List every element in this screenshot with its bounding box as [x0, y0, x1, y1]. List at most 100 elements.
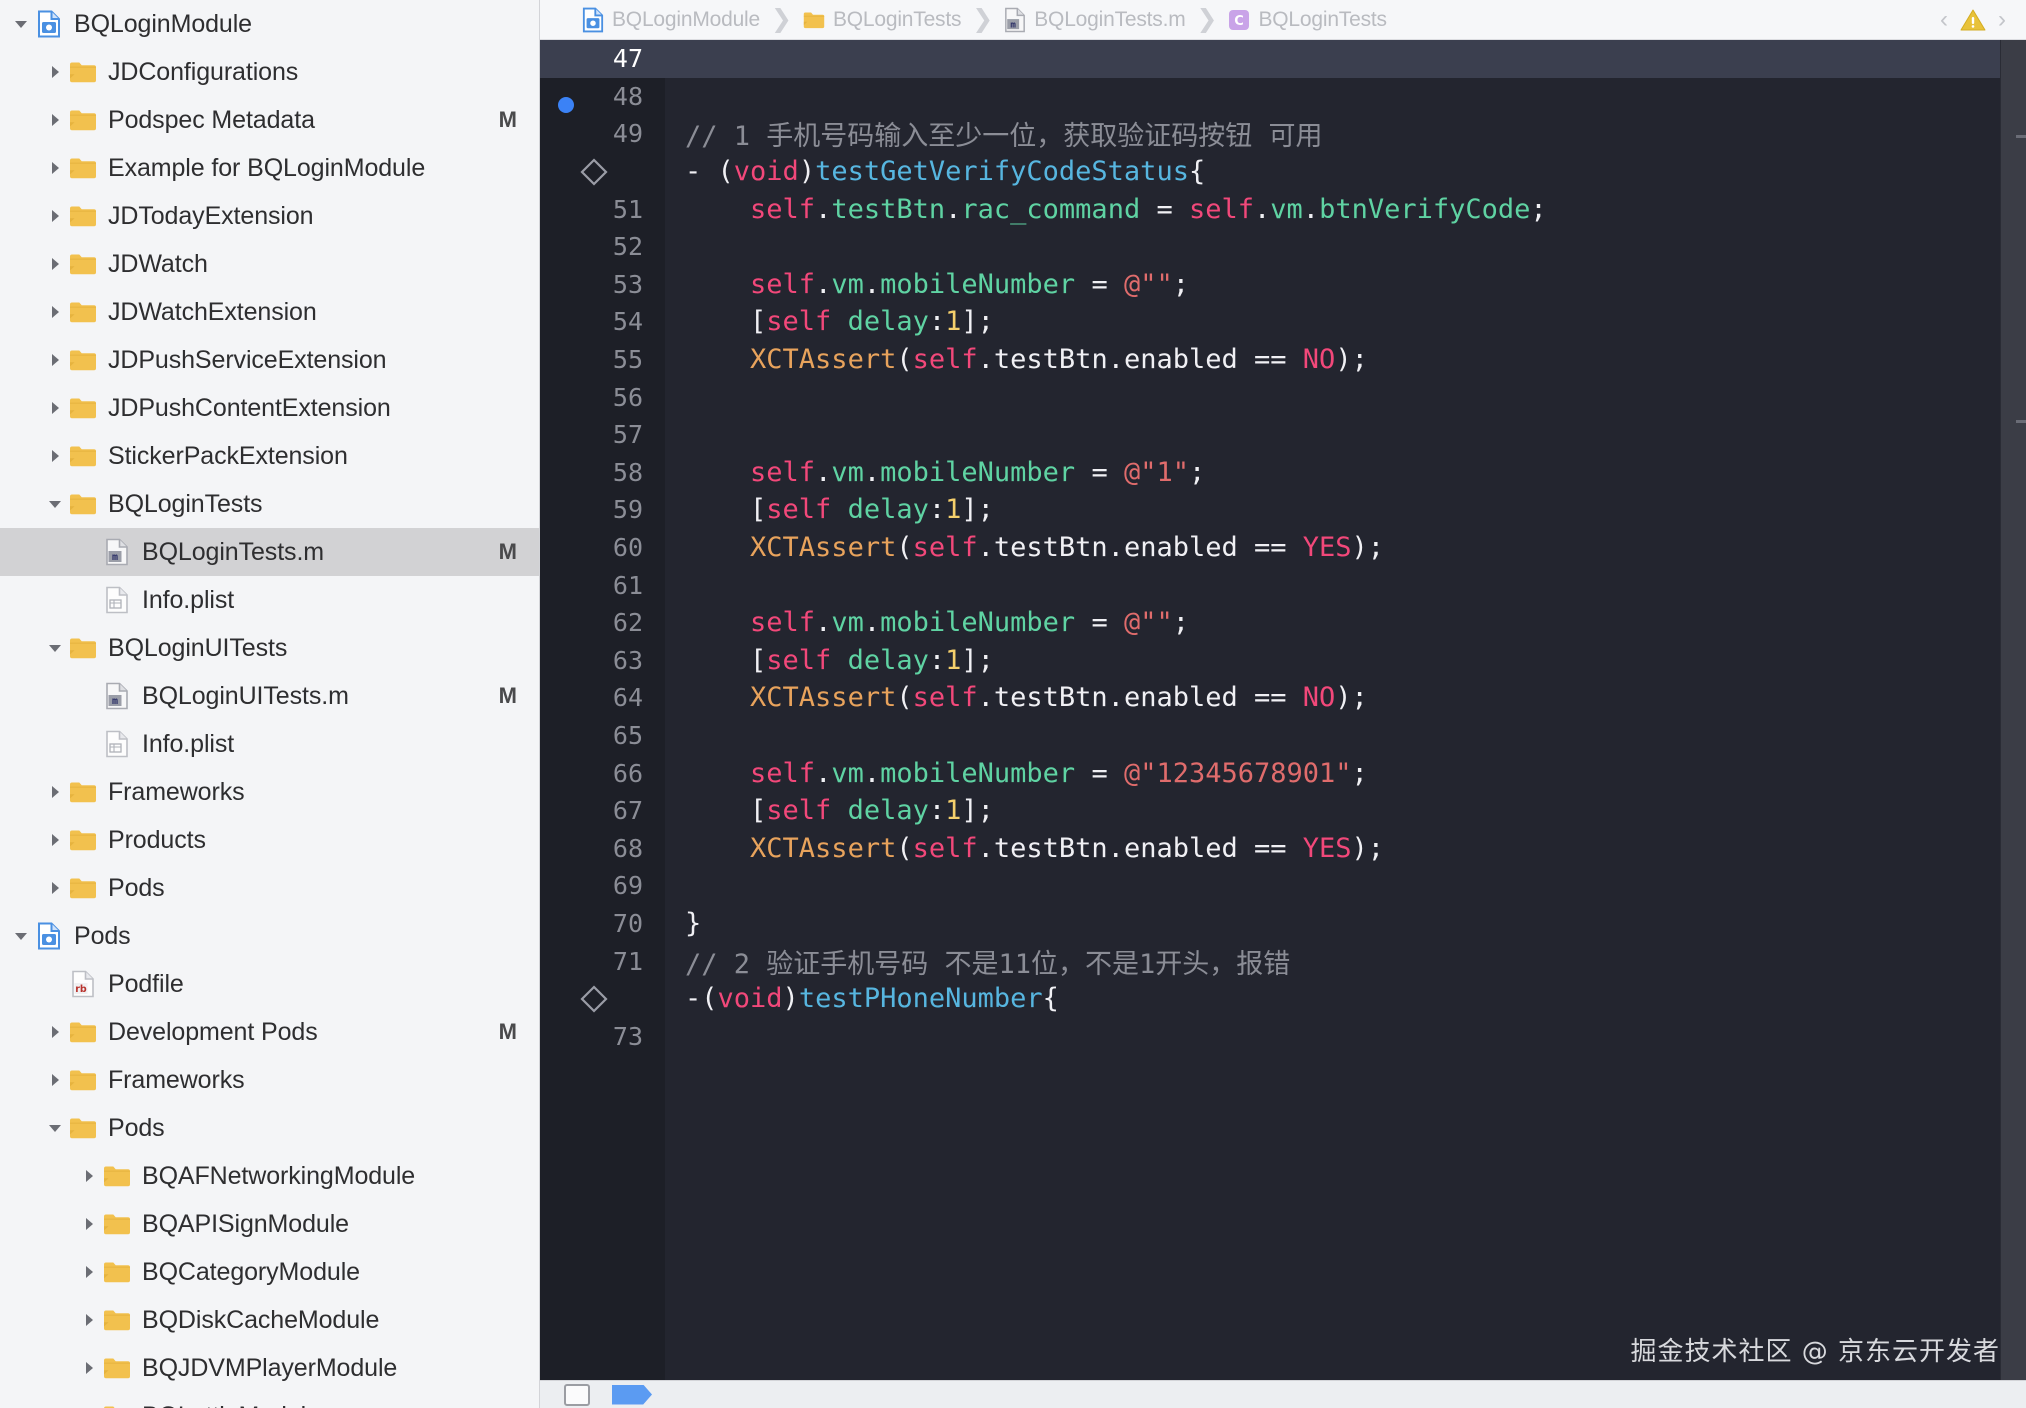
chevron-right-icon[interactable]: [42, 1056, 68, 1104]
chevron-right-icon[interactable]: [76, 1296, 102, 1344]
project-navigator[interactable]: BQLoginModule JDConfigurations Podspec Met…: [0, 0, 540, 1408]
sidebar-item-bqdiskcachemodule[interactable]: BQDiskCacheModule: [0, 1296, 539, 1344]
sidebar-item-products[interactable]: Products: [0, 816, 539, 864]
breadcrumb-nav-controls[interactable]: ‹ ›: [1940, 7, 2012, 32]
code-line[interactable]: 68 XCTAssert(self.testBtn.enabled == YES…: [540, 829, 2026, 867]
sidebar-item-bqcategorymodule[interactable]: BQCategoryModule: [0, 1248, 539, 1296]
sidebar-item-bqafnetworkingmodule[interactable]: BQAFNetworkingModule: [0, 1152, 539, 1200]
sidebar-item-development-pods[interactable]: Development Pods M: [0, 1008, 539, 1056]
breadcrumb-item-bqlogintests[interactable]: BQLoginTests: [803, 8, 961, 32]
sidebar-item-podspec-metadata[interactable]: Podspec Metadata M: [0, 96, 539, 144]
toggle-checkbox-icon[interactable]: [564, 1383, 590, 1406]
chevron-down-icon[interactable]: [42, 624, 68, 672]
chevron-right-icon[interactable]: [42, 144, 68, 192]
code-line[interactable]: 65: [540, 717, 2026, 755]
sidebar-item-bqlottiemodule[interactable]: BQLottieModule: [0, 1392, 539, 1408]
code-line[interactable]: 58 self.vm.mobileNumber = @"1";: [540, 454, 2026, 492]
code-line[interactable]: 66 self.vm.mobileNumber = @"12345678901"…: [540, 754, 2026, 792]
code-line[interactable]: - (void)testGetVerifyCodeStatus{: [540, 153, 2026, 191]
chevron-right-icon[interactable]: [42, 240, 68, 288]
filter-tag-icon[interactable]: [612, 1384, 652, 1405]
chevron-down-icon[interactable]: [8, 912, 34, 960]
chevron-right-icon[interactable]: [42, 768, 68, 816]
sidebar-item-stickerpackextension[interactable]: StickerPackExtension: [0, 432, 539, 480]
sidebar-item-podfile[interactable]: rb Podfile: [0, 960, 539, 1008]
code-line[interactable]: 64 XCTAssert(self.testBtn.enabled == NO)…: [540, 679, 2026, 717]
breakpoint-icon[interactable]: [558, 96, 574, 113]
code-line[interactable]: 62 self.vm.mobileNumber = @"";: [540, 604, 2026, 642]
sidebar-item-example-for-bqloginmodule[interactable]: Example for BQLoginModule: [0, 144, 539, 192]
chevron-right-icon[interactable]: [42, 1008, 68, 1056]
code-line[interactable]: 59 [self delay:1];: [540, 491, 2026, 529]
sidebar-item-pods[interactable]: Pods: [0, 1104, 539, 1152]
code-line[interactable]: 48: [540, 78, 2026, 116]
code-line[interactable]: 67 [self delay:1];: [540, 792, 2026, 830]
code-line[interactable]: 60 XCTAssert(self.testBtn.enabled == YES…: [540, 529, 2026, 567]
code-line[interactable]: 52: [540, 228, 2026, 266]
chevron-right-icon[interactable]: [42, 432, 68, 480]
chevron-right-icon[interactable]: [42, 864, 68, 912]
sidebar-item-jdpushserviceextension[interactable]: JDPushServiceExtension: [0, 336, 539, 384]
warning-triangle-icon[interactable]: [1960, 8, 1986, 32]
sidebar-item-pods[interactable]: Pods: [0, 912, 539, 960]
chevron-right-icon[interactable]: [42, 288, 68, 336]
sidebar-item-frameworks[interactable]: Frameworks: [0, 1056, 539, 1104]
vertical-scrollbar[interactable]: [2000, 40, 2026, 1380]
chevron-right-icon[interactable]: [42, 96, 68, 144]
sidebar-item-jdtodayextension[interactable]: JDTodayExtension: [0, 192, 539, 240]
code-line[interactable]: 56: [540, 378, 2026, 416]
code-line[interactable]: 47: [540, 40, 2026, 78]
chevron-right-icon[interactable]: [42, 48, 68, 96]
code-line[interactable]: 57: [540, 416, 2026, 454]
sidebar-item-bqloginmodule[interactable]: BQLoginModule: [0, 0, 539, 48]
test-diamond-icon[interactable]: [540, 984, 665, 1014]
code-line[interactable]: -(void)testPHoneNumber{: [540, 980, 2026, 1018]
chevron-right-icon[interactable]: [42, 816, 68, 864]
sidebar-item-info-plist[interactable]: Info.plist: [0, 576, 539, 624]
sidebar-item-bqlogintests[interactable]: BQLoginTests: [0, 480, 539, 528]
sidebar-item-jdconfigurations[interactable]: JDConfigurations: [0, 48, 539, 96]
code-line[interactable]: 49 // 1 手机号码输入至少一位，获取验证码按钮 可用: [540, 115, 2026, 153]
chevron-right-icon[interactable]: [42, 192, 68, 240]
chevron-right-icon[interactable]: [42, 336, 68, 384]
editor-bottom-bar[interactable]: [540, 1380, 2026, 1408]
sidebar-item-jdwatchextension[interactable]: JDWatchExtension: [0, 288, 539, 336]
code-line[interactable]: 70}: [540, 905, 2026, 943]
sidebar-item-jdwatch[interactable]: JDWatch: [0, 240, 539, 288]
editor-breadcrumb[interactable]: BQLoginModule ❯ BQLoginTests ❯ m BQLoginTests…: [540, 0, 2026, 40]
chevron-right-icon[interactable]: [76, 1344, 102, 1392]
code-line[interactable]: 61: [540, 566, 2026, 604]
test-diamond-icon[interactable]: [540, 157, 665, 187]
sidebar-item-info-plist[interactable]: Info.plist: [0, 720, 539, 768]
sidebar-item-bqjdvmplayermodule[interactable]: BQJDVMPlayerModule: [0, 1344, 539, 1392]
sidebar-item-jdpushcontentextension[interactable]: JDPushContentExtension: [0, 384, 539, 432]
chevron-right-icon[interactable]: [76, 1248, 102, 1296]
chevron-down-icon[interactable]: [42, 480, 68, 528]
chevron-right-icon[interactable]: [76, 1392, 102, 1408]
sidebar-item-pods[interactable]: Pods: [0, 864, 539, 912]
chevron-right-icon[interactable]: [42, 384, 68, 432]
code-line[interactable]: 55 XCTAssert(self.testBtn.enabled == NO)…: [540, 341, 2026, 379]
code-line[interactable]: 71 // 2 验证手机号码 不是11位，不是1开头，报错: [540, 942, 2026, 980]
code-line[interactable]: 53 self.vm.mobileNumber = @"";: [540, 266, 2026, 304]
breadcrumb-item-bqlogintests-m[interactable]: m BQLoginTests.m: [1004, 7, 1186, 32]
chevron-right-icon[interactable]: [76, 1200, 102, 1248]
sidebar-item-bqloginuitests[interactable]: BQLoginUITests: [0, 624, 539, 672]
breadcrumb[interactable]: BQLoginModule ❯ BQLoginTests ❯ m BQLoginTests…: [582, 7, 1387, 32]
sidebar-item-frameworks[interactable]: Frameworks: [0, 768, 539, 816]
sidebar-item-bqlogintests-m[interactable]: m BQLoginTests.m M: [0, 528, 539, 576]
code-line[interactable]: 54 [self delay:1];: [540, 303, 2026, 341]
code-line[interactable]: 69: [540, 867, 2026, 905]
code-lines[interactable]: 47 48 49 // 1 手机号码输入至少一位，获取验证码按钮 可用 - (void)…: [540, 40, 2026, 1055]
chevron-down-icon[interactable]: [8, 0, 34, 48]
code-line[interactable]: 73: [540, 1017, 2026, 1055]
sidebar-item-bqapisignmodule[interactable]: BQAPISignModule: [0, 1200, 539, 1248]
back-chevron-icon[interactable]: ‹: [1940, 7, 1948, 32]
code-line[interactable]: 63 [self delay:1];: [540, 642, 2026, 680]
sidebar-item-bqloginuitests-m[interactable]: m BQLoginUITests.m M: [0, 672, 539, 720]
breadcrumb-item-bqloginmodule[interactable]: BQLoginModule: [582, 7, 760, 32]
forward-chevron-icon[interactable]: ›: [1998, 7, 2006, 32]
code-text-area[interactable]: 47 48 49 // 1 手机号码输入至少一位，获取验证码按钮 可用 - (void)…: [540, 40, 2026, 1380]
code-line[interactable]: 51 self.testBtn.rac_command = self.vm.bt…: [540, 190, 2026, 228]
breadcrumb-item-bqlogintests[interactable]: C BQLoginTests: [1228, 8, 1387, 32]
